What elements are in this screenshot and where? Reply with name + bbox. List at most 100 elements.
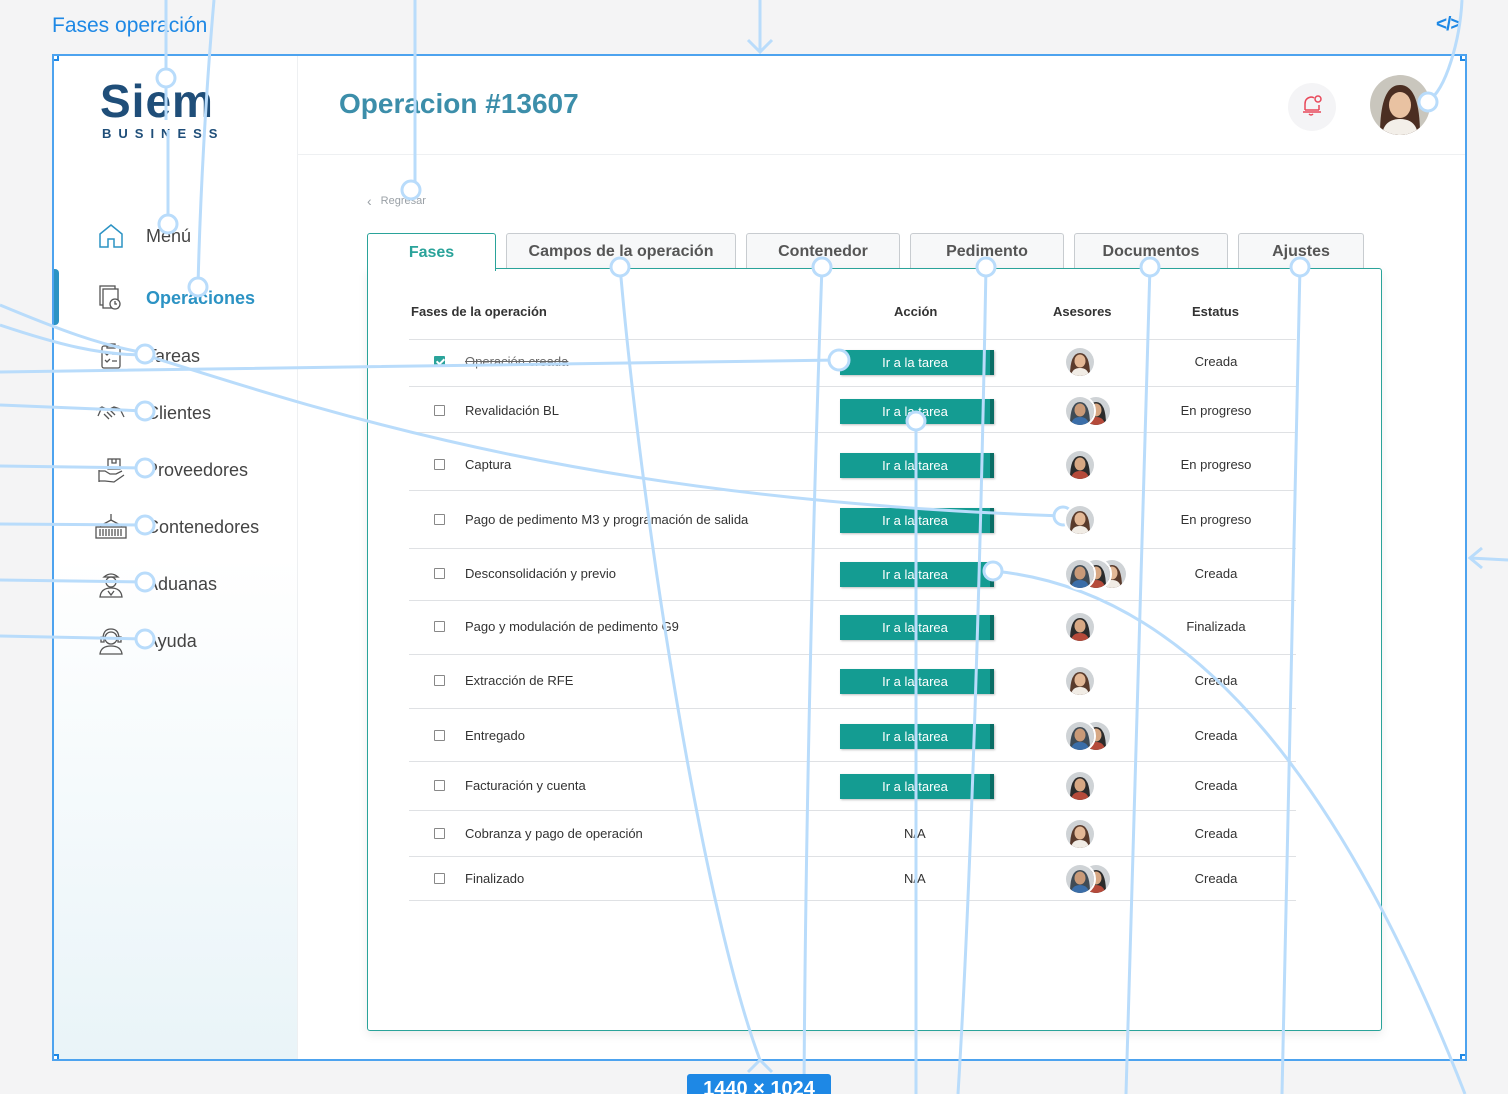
advisor-avatar[interactable] — [1064, 504, 1096, 536]
go-to-task-button[interactable]: Ir a la tarea — [840, 724, 994, 749]
advisor-avatar[interactable] — [1064, 863, 1096, 895]
go-to-task-button[interactable]: Ir a la tarea — [840, 669, 994, 694]
advisor-avatars — [1064, 863, 1112, 895]
frame-size-badge: 1440 × 1024 — [687, 1074, 831, 1094]
advisor-avatar[interactable] — [1064, 720, 1096, 752]
advisor-avatar[interactable] — [1064, 395, 1096, 427]
tab-pedimento[interactable]: Pedimento — [910, 233, 1064, 270]
phase-name: Revalidación BL — [465, 403, 559, 418]
frame-title[interactable]: Fases operación — [52, 14, 207, 38]
tab-ajustes[interactable]: Ajustes — [1238, 233, 1364, 270]
tab-fases[interactable]: Fases — [367, 233, 496, 271]
action-na: N/A — [904, 871, 926, 886]
table-divider — [409, 548, 1296, 549]
table-divider — [409, 900, 1296, 901]
resize-handle-tr[interactable] — [1460, 56, 1465, 61]
phase-checkbox[interactable] — [434, 621, 445, 632]
phase-checkbox[interactable] — [434, 356, 445, 367]
phase-checkbox[interactable] — [434, 828, 445, 839]
customs-officer-icon — [94, 567, 128, 601]
advisor-avatars — [1064, 720, 1112, 752]
status-label: En progreso — [1180, 512, 1252, 527]
logo-subtitle: BUSINESS — [102, 126, 225, 141]
back-link[interactable]: ‹ Regresar — [367, 193, 426, 209]
hand-box-icon — [94, 453, 128, 487]
chevron-left-icon: ‹ — [367, 193, 372, 209]
phase-checkbox[interactable] — [434, 459, 445, 470]
phase-name: Desconsolidación y previo — [465, 566, 617, 581]
code-icon[interactable]: </> — [1436, 14, 1462, 36]
header-divider — [298, 154, 1465, 155]
page-title: Operacion #13607 — [339, 88, 579, 119]
go-to-task-button[interactable]: Ir a la tarea — [840, 399, 994, 424]
phase-checkbox[interactable] — [434, 514, 445, 525]
phase-name: Cobranza y pago de operación — [465, 826, 643, 841]
status-label: Creada — [1194, 728, 1238, 743]
status-label: Creada — [1194, 566, 1238, 581]
back-label: Regresar — [380, 195, 426, 207]
go-to-task-button[interactable]: Ir a la tarea — [840, 562, 994, 587]
advisor-avatars — [1064, 504, 1096, 536]
go-to-task-button[interactable]: Ir a la tarea — [840, 774, 994, 799]
sidebar-item-proveedores[interactable]: Proveedores — [94, 450, 248, 490]
phase-name: Operación creada — [465, 354, 569, 369]
status-label: Finalizada — [1186, 619, 1246, 634]
advisor-avatar[interactable] — [1064, 611, 1096, 643]
phase-name: Pago de pedimento M3 y programación de s… — [465, 512, 749, 527]
table-divider — [409, 490, 1296, 491]
advisor-avatars — [1064, 611, 1096, 643]
resize-handle-tl[interactable] — [54, 56, 59, 61]
phase-checkbox[interactable] — [434, 568, 445, 579]
go-to-task-button[interactable]: Ir a la tarea — [840, 350, 994, 375]
advisor-avatars — [1064, 346, 1096, 378]
go-to-task-button[interactable]: Ir a la tarea — [840, 453, 994, 478]
phase-name: Pago y modulación de pedimento G9 — [465, 619, 679, 634]
status-label: Creada — [1194, 778, 1238, 793]
sidebar-item-clientes[interactable]: Clientes — [94, 393, 211, 433]
sidebar-item-label: Menú — [146, 225, 192, 246]
phase-checkbox[interactable] — [434, 730, 445, 741]
sidebar-item-tareas[interactable]: Tareas — [94, 336, 200, 376]
sidebar-item-aduanas[interactable]: Aduanas — [94, 564, 217, 604]
sidebar-item-operaciones[interactable]: Operaciones — [94, 278, 255, 318]
tab-campos-operacion[interactable]: Campos de la operación — [506, 233, 736, 270]
resize-handle-bl[interactable] — [54, 1054, 59, 1059]
sidebar-item-contenedores[interactable]: Contenedores — [94, 507, 259, 547]
handshake-icon — [94, 396, 128, 430]
sidebar-item-ayuda[interactable]: Ayuda — [94, 621, 197, 661]
phase-checkbox[interactable] — [434, 405, 445, 416]
sidebar-item-label: Aduanas — [146, 573, 218, 594]
clipboard-checklist-icon — [94, 339, 128, 373]
advisor-avatar[interactable] — [1064, 665, 1096, 697]
advisor-avatar[interactable] — [1064, 558, 1096, 590]
advisor-avatar[interactable] — [1064, 346, 1096, 378]
go-to-task-button[interactable]: Ir a la tarea — [840, 615, 994, 640]
documents-clock-icon — [94, 281, 128, 315]
advisor-avatar[interactable] — [1064, 818, 1096, 850]
header-status: Estatus — [1192, 304, 1239, 319]
phase-name: Extracción de RFE — [465, 673, 574, 688]
resize-handle-br[interactable] — [1460, 1054, 1465, 1059]
status-label: En progreso — [1180, 457, 1252, 472]
advisor-avatars — [1064, 770, 1096, 802]
advisor-avatar[interactable] — [1064, 770, 1096, 802]
user-avatar[interactable] — [1370, 75, 1430, 135]
phase-checkbox[interactable] — [434, 675, 445, 686]
advisor-avatars — [1064, 395, 1112, 427]
sidebar-item-label: Tareas — [146, 345, 201, 366]
table-divider — [409, 810, 1296, 811]
table-divider — [409, 761, 1296, 762]
advisor-avatar[interactable] — [1064, 449, 1096, 481]
tab-documentos[interactable]: Documentos — [1074, 233, 1228, 270]
go-to-task-button[interactable]: Ir a la tarea — [840, 508, 994, 533]
tab-contenedor[interactable]: Contenedor — [746, 233, 900, 270]
phase-name: Finalizado — [465, 871, 525, 886]
phase-checkbox[interactable] — [434, 873, 445, 884]
sidebar-item-label: Contenedores — [146, 516, 260, 537]
phase-checkbox[interactable] — [434, 780, 445, 791]
sidebar-item-menu[interactable]: Menú — [94, 216, 191, 256]
logo[interactable]: Siem BUSINESS — [100, 78, 224, 141]
sidebar: Siem BUSINESS Menú Operaciones Tareas Cl… — [54, 56, 298, 1059]
action-na: N/A — [904, 826, 926, 841]
notifications-button[interactable] — [1288, 83, 1336, 131]
